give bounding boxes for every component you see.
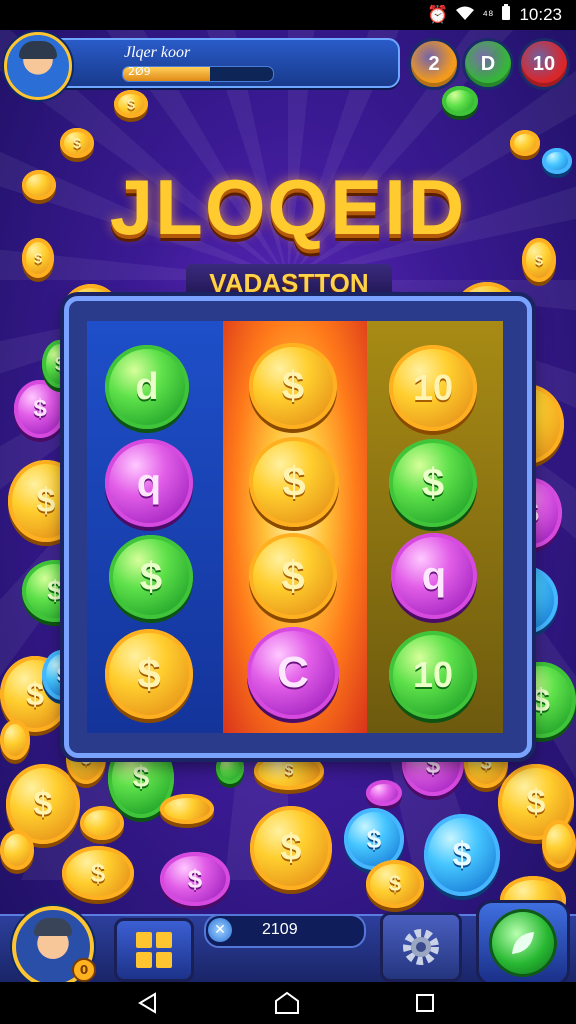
decor-coin: $ <box>60 128 94 158</box>
leaf-icon <box>512 932 534 954</box>
back-button[interactable] <box>132 990 162 1016</box>
recents-icon <box>416 994 434 1012</box>
reel-symbol-green: d <box>105 345 189 429</box>
reel-symbol-purple: q <box>391 533 477 619</box>
avatar-badge: 0 <box>72 958 96 982</box>
status-bar: ⏰ ⁴⁸ 10:23 <box>0 0 576 30</box>
game-title: JLOQEID <box>109 163 467 251</box>
decor-coin <box>542 820 576 868</box>
decor-coin <box>0 720 30 760</box>
menu-grid-button[interactable] <box>114 918 194 982</box>
reel-symbol-green: $ <box>389 439 477 527</box>
decor-coin: $ <box>62 846 134 900</box>
top-hud: Jlqer koor 2Ø9 2 D 10 <box>0 30 576 100</box>
battery-icon <box>501 4 511 25</box>
player-panel[interactable]: Jlqer koor 2Ø9 <box>40 38 400 88</box>
reel-symbol-gold: $ <box>249 437 339 527</box>
coin-counter-icon: ✕ <box>208 918 232 942</box>
reel-symbol-purple: q <box>105 439 193 527</box>
top-button-1[interactable]: 2 <box>408 38 460 90</box>
xp-text: 2Ø9 <box>128 65 151 78</box>
home-icon <box>275 991 299 1014</box>
reel-symbol-purple: C <box>247 627 339 719</box>
avatar-hat-icon <box>34 918 72 936</box>
decor-coin <box>510 130 540 156</box>
coin-counter-value: 2109 <box>262 921 298 938</box>
decor-coin: $ <box>14 380 66 438</box>
alarm-icon: ⏰ <box>427 4 449 24</box>
coin-counter: ✕ 2109 <box>204 914 366 948</box>
decor-coin <box>160 794 214 824</box>
grid-icon <box>136 932 172 968</box>
back-icon <box>138 992 156 1014</box>
bottom-avatar[interactable]: 0 <box>12 906 96 988</box>
reel-2[interactable]: $ $ $ C <box>223 321 367 733</box>
gear-icon <box>403 929 439 965</box>
home-button[interactable] <box>272 990 302 1016</box>
top-button-3[interactable]: 10 <box>518 38 570 90</box>
play-button-circle <box>492 912 554 974</box>
reel-symbol-gold: $ <box>105 629 193 719</box>
decor-coin <box>366 780 402 806</box>
avatar-hat-icon <box>19 41 57 59</box>
slot-machine: d q $ $ $ $ $ C 10 $ q 10 <box>64 296 532 758</box>
recents-button[interactable] <box>410 990 440 1016</box>
reel-1[interactable]: d q $ $ <box>87 321 223 733</box>
decor-coin: $ <box>424 814 500 896</box>
signal-icon: ⁴⁸ <box>482 7 494 22</box>
decor-coin: $ <box>250 806 332 890</box>
decor-coin <box>0 830 34 870</box>
reel-symbol-green: $ <box>109 535 193 619</box>
reel-symbol-gold: $ <box>249 343 337 429</box>
play-button[interactable] <box>476 900 570 986</box>
wifi-icon <box>456 5 475 25</box>
reel-3[interactable]: 10 $ q 10 <box>367 321 503 733</box>
reel-symbol-gold: 10 <box>389 345 477 431</box>
navigation-bar <box>0 982 576 1024</box>
status-icons: ⏰ ⁴⁸ 10:23 <box>427 4 562 25</box>
player-name: Jlqer koor <box>124 44 191 61</box>
bottom-hud: 0 ✕ 2109 <box>0 896 576 988</box>
reel-symbol-gold: $ <box>249 533 337 619</box>
status-time: 10:23 <box>519 4 562 24</box>
settings-button[interactable] <box>380 912 462 982</box>
player-avatar[interactable] <box>4 32 72 100</box>
game-scene: $ $ $ $ $ $ $ $ $ $ $ $ $ $ $ $ $ $ $ $ … <box>0 30 576 982</box>
decor-coin <box>80 806 124 840</box>
top-button-2[interactable]: D <box>462 38 514 90</box>
reel-symbol-green: 10 <box>389 631 477 719</box>
